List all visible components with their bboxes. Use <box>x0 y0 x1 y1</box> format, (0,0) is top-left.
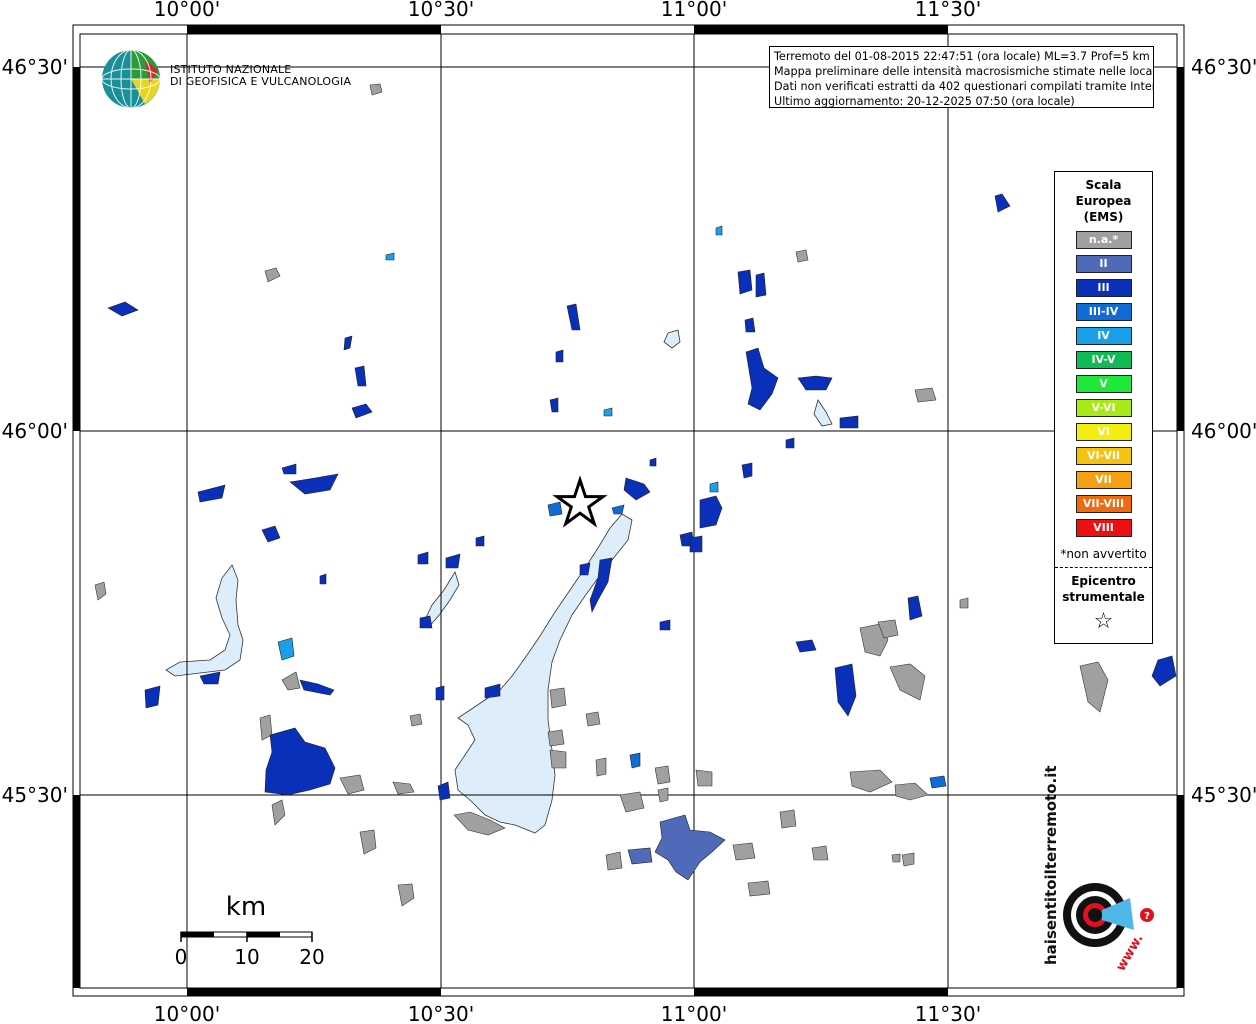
ingv-logo-icon <box>101 49 161 109</box>
legend-title: Scala Europea (EMS) <box>1055 177 1152 225</box>
legend-item-na: n.a.* <box>1075 231 1132 249</box>
legend-item-vivii: VI-VII <box>1075 447 1132 465</box>
legend-item-iii: III <box>1075 279 1132 297</box>
legend-star-icon: ☆ <box>1093 609 1114 634</box>
legend-item-vii: VII <box>1075 471 1132 489</box>
legend-item-iiiiv: III-IV <box>1075 303 1132 321</box>
axis-left-2: 45°30' <box>2 783 68 807</box>
axis-top-0: 10°00' <box>154 0 220 21</box>
event-info-line1: Terremoto del 01-08-2015 22:47:51 (ora l… <box>774 50 1150 63</box>
legend-epicenter-line1: Epicentro <box>1071 574 1136 588</box>
ems-legend: Scala Europea (EMS) n.a.* II III III-IV IV IV… <box>1054 171 1153 644</box>
legend-item-ii: II <box>1075 255 1132 273</box>
legend-note: *non avvertito <box>1060 547 1147 561</box>
axis-left-0: 46°30' <box>2 55 68 79</box>
map-area <box>79 33 1178 989</box>
svg-text:?: ? <box>1144 911 1150 922</box>
axis-right-2: 45°30' <box>1191 783 1256 807</box>
ingv-name: ISTITUTO NAZIONALE DI GEOFISICA E VULCAN… <box>170 64 351 88</box>
event-info-box: Terremoto del 01-08-2015 22:47:51 (ora l… <box>769 46 1154 108</box>
legend-epicenter-label: Epicentro strumentale <box>1055 573 1152 605</box>
axis-bottom-0: 10°00' <box>154 1002 220 1024</box>
event-info-line4: Ultimo aggiornamento: 20-12-2025 07:50 (… <box>774 95 1075 108</box>
legend-title-line3: (EMS) <box>1083 210 1124 224</box>
axis-left-1: 46°00' <box>2 419 68 443</box>
axis-right-1: 46°00' <box>1191 419 1256 443</box>
axis-right-0: 46°30' <box>1191 55 1256 79</box>
legend-item-vvi: V-VI <box>1075 399 1132 417</box>
axis-bottom-1: 10°30' <box>408 1002 474 1024</box>
scale-tick-0: 0 <box>175 945 188 969</box>
scale-unit: km <box>226 892 266 922</box>
legend-item-v: V <box>1075 375 1132 393</box>
axis-bottom-3: 11°30' <box>915 1002 981 1024</box>
legend-title-line2: Europea <box>1075 194 1132 208</box>
event-info-line3: Dati non verificati estratti da 402 ques… <box>774 80 1154 93</box>
legend-item-vi: VI <box>1075 423 1132 441</box>
scale-tick-20: 20 <box>299 945 324 969</box>
legend-title-line1: Scala <box>1085 178 1122 192</box>
legend-separator <box>1055 567 1152 568</box>
event-info-line2: Mappa preliminare delle intensità macros… <box>774 65 1154 78</box>
legend-item-viii: VIII <box>1075 519 1132 537</box>
legend-item-ivv: IV-V <box>1075 351 1132 369</box>
legend-list: n.a.* II III III-IV IV IV-V V V-VI VI VI-VII VII VI… <box>1055 231 1152 537</box>
legend-item-viiviii: VII-VIII <box>1075 495 1132 513</box>
hst-logo-text: haisentitoilterremoto.it <box>1042 765 1060 965</box>
axis-bottom-2: 11°00' <box>661 1002 727 1024</box>
axis-top-3: 11°30' <box>915 0 981 21</box>
legend-item-iv: IV <box>1075 327 1132 345</box>
scale-tick-10: 10 <box>234 945 259 969</box>
axis-top-2: 11°00' <box>661 0 727 21</box>
axis-top-1: 10°30' <box>408 0 474 21</box>
ingv-name-line2: DI GEOFISICA E VULCANOLOGIA <box>170 75 352 88</box>
legend-epicenter-line2: strumentale <box>1062 590 1145 604</box>
